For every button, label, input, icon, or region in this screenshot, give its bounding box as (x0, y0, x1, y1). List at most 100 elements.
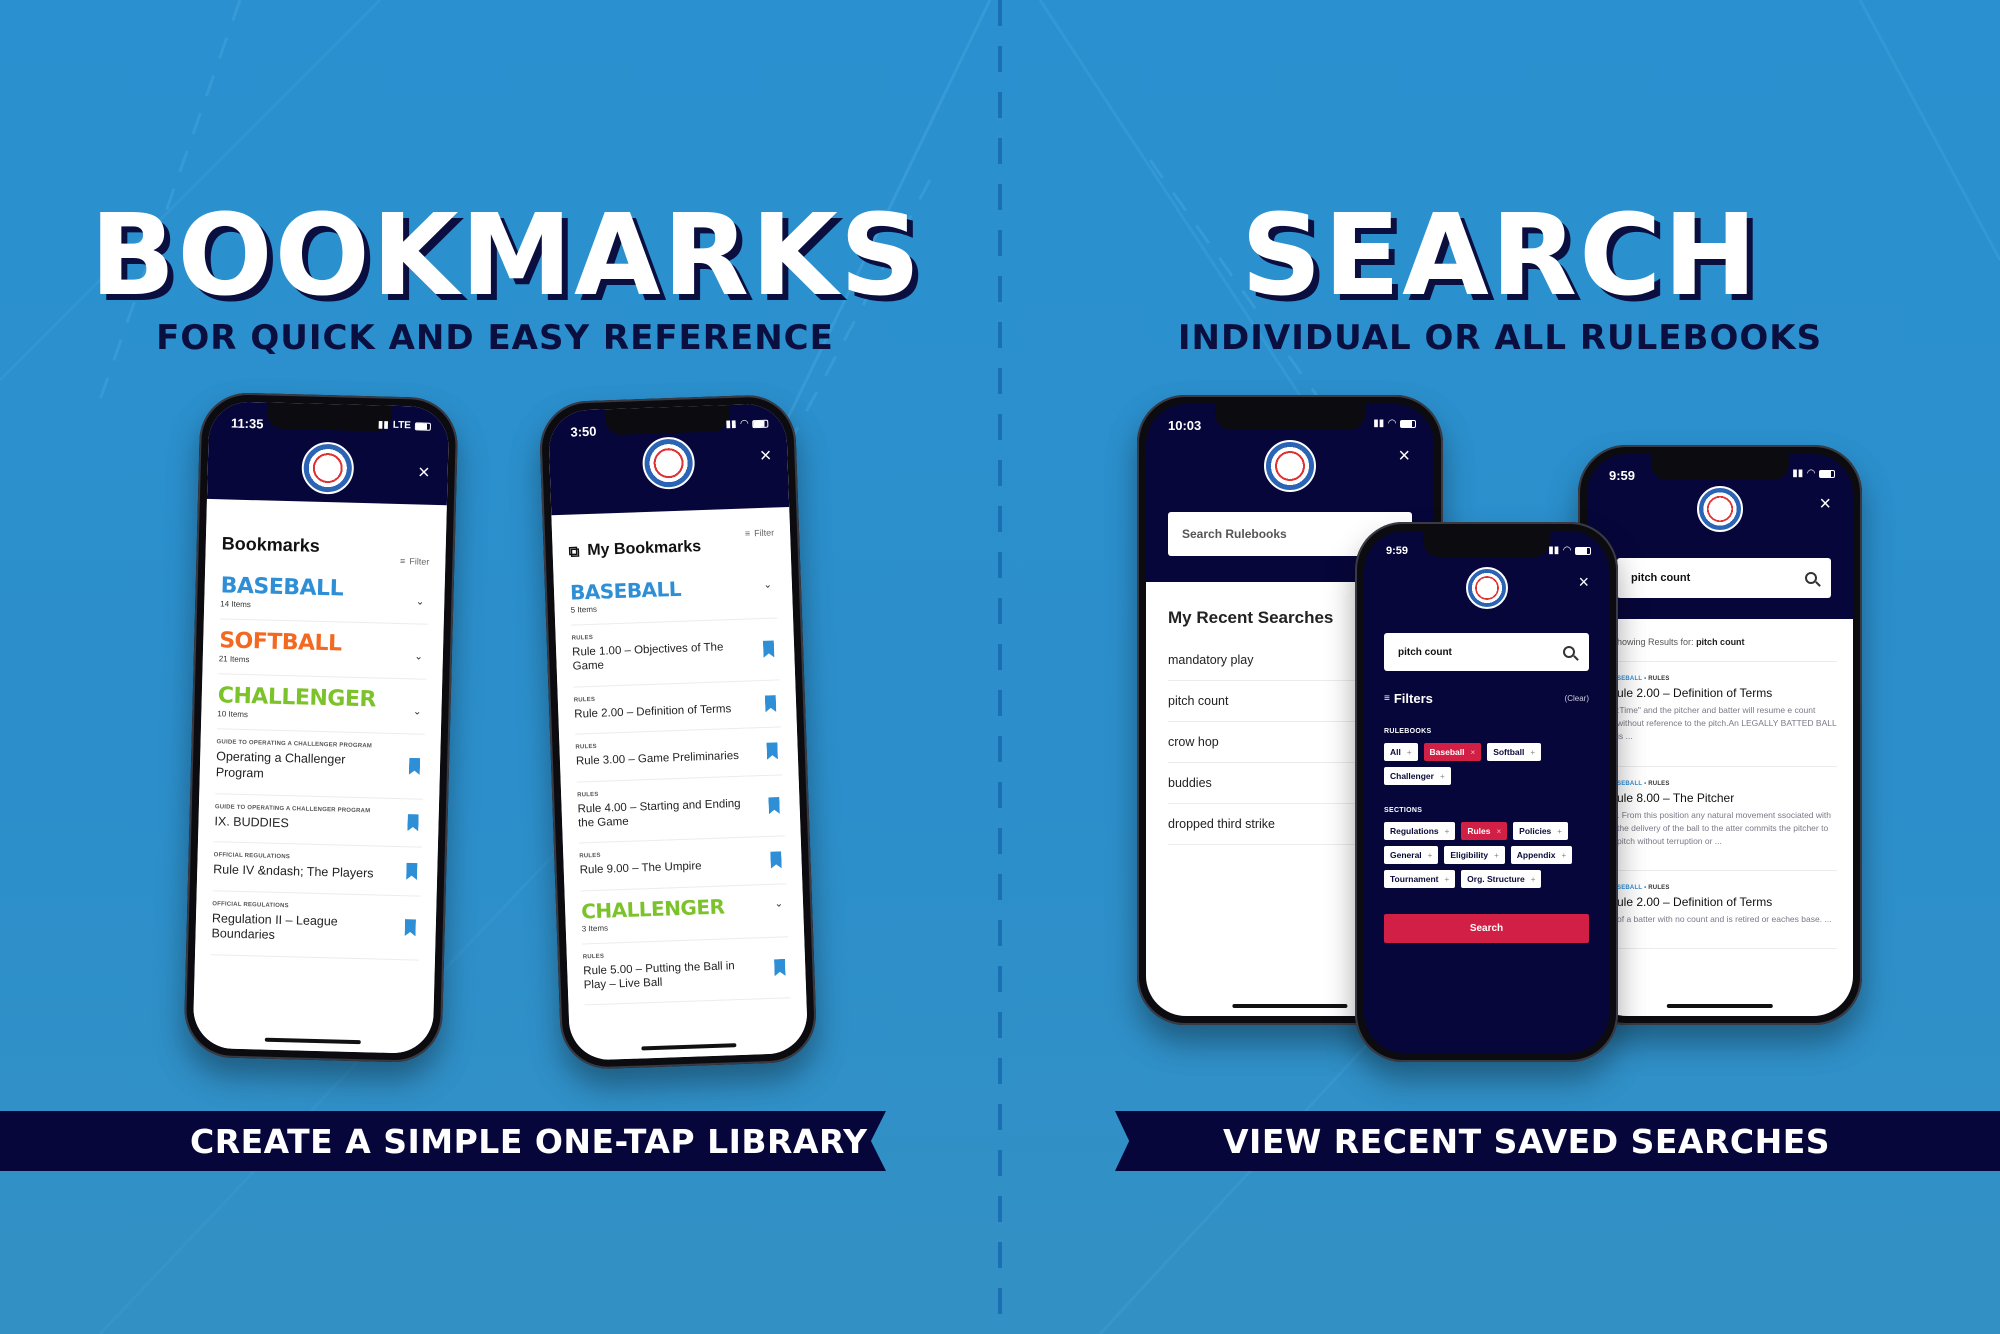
search-icon[interactable] (1805, 572, 1817, 584)
wifi-icon: ◠ (1563, 545, 1571, 556)
search-icon[interactable] (1563, 646, 1575, 658)
result-item[interactable]: SEBALL • RULES ule 2.00 – Definition of … (1617, 871, 1837, 950)
category-softball[interactable]: SOFTBALL 21 Items ⌄ (218, 619, 428, 680)
result-kicker: SEBALL • RULES (1617, 780, 1670, 787)
category-challenger[interactable]: CHALLENGER 10 Items ⌄ (216, 674, 427, 736)
filter-chip[interactable]: Rules × (1461, 822, 1508, 840)
bookmark-item[interactable]: Guide to Operating a Challenger Program … (213, 793, 424, 848)
add-icon: + (1530, 874, 1536, 884)
bookmark-item[interactable]: Official Regulations Rule IV &ndash; The… (212, 842, 422, 897)
bookmarks-icon: ⧉ (568, 542, 580, 561)
search-banner-text: VIEW RECENT SAVED SEARCHES (1223, 1121, 1831, 1161)
category-baseball[interactable]: BASEBALL 5 Items ⌄ (569, 565, 778, 626)
add-icon: + (1557, 826, 1562, 836)
screen: 11:35 ▮▮ LTE × Bookmarks ≡ Filter BASEBA… (192, 400, 450, 1055)
status-icons: ▮▮ ◠ (1792, 468, 1835, 479)
bookmark-icon[interactable] (405, 919, 416, 936)
bookmark-title: Rule IV &ndash; The Players (213, 862, 374, 881)
filter-chip[interactable]: Tournament + (1384, 870, 1456, 888)
bookmark-title: Rule 3.00 – Game Preliminaries (575, 750, 740, 768)
bookmark-icon[interactable] (406, 863, 417, 880)
bookmark-item[interactable]: Official Regulations Regulation II – Lea… (211, 891, 421, 961)
filter-chip[interactable]: General + (1384, 846, 1439, 864)
phone-notch (1422, 531, 1551, 557)
bookmark-icon[interactable] (763, 640, 775, 657)
bookmark-icon[interactable] (409, 758, 420, 775)
close-icon[interactable]: × (1819, 494, 1831, 514)
search-input[interactable]: pitch count (1617, 558, 1831, 598)
screen: 3:50 ▮▮ ◠ × ⧉ My Bookmarks ≡ Filter BASE… (547, 403, 809, 1061)
bookmark-item[interactable]: Rules Rule 1.00 – Objectives of The Game (571, 618, 780, 688)
phone-search-results: 9:59 ▮▮ ◠ × pitch count howing Results f… (1578, 445, 1862, 1025)
filter-chip[interactable]: All + (1384, 743, 1418, 761)
screen: 9:59 ▮▮ ◠ × pitch count howing Results f… (1587, 454, 1853, 1016)
signal-icon: ▮▮ (1792, 468, 1804, 479)
phone-notch (604, 405, 730, 436)
filter-chip[interactable]: Org. Structure + (1461, 870, 1542, 888)
bookmark-title: Rule 4.00 – Starting and Ending the Game (577, 797, 741, 830)
filter-chip-label: Policies (1519, 826, 1552, 836)
little-league-logo-icon (641, 436, 696, 491)
add-icon: + (1427, 850, 1433, 860)
search-input[interactable]: pitch count (1384, 633, 1589, 671)
filter-chip[interactable]: Softball + (1487, 743, 1542, 761)
close-icon[interactable]: × (1398, 446, 1410, 466)
add-icon: + (1439, 771, 1445, 781)
home-indicator (1666, 1004, 1774, 1008)
sections-label: SECTIONS (1384, 807, 1423, 814)
category-challenger[interactable]: CHALLENGER 3 Items ⌄ (580, 883, 789, 945)
filter-button[interactable]: ≡ Filter (400, 556, 430, 567)
results-prefix: howing Results for: (1617, 637, 1694, 647)
bookmark-item[interactable]: Rules Rule 3.00 – Game Preliminaries (575, 727, 783, 783)
bookmarks-title-text: My Bookmarks (587, 538, 702, 560)
filter-label: Filter (753, 527, 775, 539)
result-section: RULES (1648, 780, 1670, 787)
bookmark-item[interactable]: Guide to Operating a Challenger Program … (215, 729, 425, 800)
bookmark-icon[interactable] (774, 959, 786, 976)
bookmark-item[interactable]: Rules Rule 5.00 – Putting the Ball in Pl… (582, 936, 791, 1006)
wifi-icon: ◠ (1388, 418, 1396, 429)
status-icons: ▮▮ LTE (378, 419, 432, 431)
filter-chip[interactable]: Appendix + (1510, 846, 1573, 864)
bookmark-icon[interactable] (766, 742, 778, 759)
battery-icon (1575, 546, 1591, 555)
filter-chip-label: General (1390, 850, 1422, 860)
filter-chip[interactable]: Baseball × (1423, 743, 1482, 761)
result-section: RULES (1648, 885, 1670, 892)
remove-icon: × (1496, 826, 1502, 836)
filter-chip[interactable]: Eligibility + (1444, 846, 1505, 864)
wifi-icon: ◠ (1807, 468, 1815, 479)
result-kicker: SEBALL • RULES (1617, 676, 1670, 682)
bookmark-item[interactable]: Rules Rule 4.00 – Starting and Ending th… (576, 774, 785, 844)
search-button[interactable]: Search (1384, 914, 1589, 943)
close-icon[interactable]: × (1578, 573, 1589, 591)
filter-chip[interactable]: Policies + (1513, 822, 1568, 840)
clear-filters-button[interactable]: (Clear) (1565, 694, 1589, 703)
bookmark-item[interactable]: Rules Rule 2.00 – Definition of Terms (573, 680, 781, 735)
filter-icon: ≡ (744, 528, 751, 539)
bookmark-icon[interactable] (768, 797, 780, 814)
phone-notch (1650, 454, 1790, 480)
filter-chip[interactable]: Challenger + (1384, 767, 1451, 785)
bookmark-icon[interactable] (407, 814, 418, 831)
close-icon[interactable]: × (759, 445, 771, 467)
status-time: 9:59 (1386, 545, 1409, 557)
bookmark-icon[interactable] (765, 695, 777, 712)
chevron-down-icon: ⌄ (774, 898, 784, 910)
result-book: SEBALL (1617, 676, 1643, 682)
bookmark-item[interactable]: Rules Rule 9.00 – The Umpire (578, 836, 787, 892)
result-item[interactable]: SEBALL • RULES ule 8.00 – The Pitcher . … (1617, 767, 1837, 872)
result-item[interactable]: SEBALL • RULES ule 2.00 – Definition of … (1617, 662, 1837, 767)
filter-chip-label: Regulations (1390, 826, 1439, 836)
bookmark-title: Rule 2.00 – Definition of Terms (574, 702, 732, 721)
close-icon[interactable]: × (418, 461, 430, 483)
rulebooks-label: RULEBOOKS (1384, 728, 1432, 735)
category-baseball[interactable]: BASEBALL 14 Items ⌄ (219, 564, 430, 625)
search-query: pitch count (1631, 572, 1691, 584)
status-time: 10:03 (1168, 418, 1202, 433)
signal-icon: ▮▮ (1548, 545, 1560, 556)
bookmark-icon[interactable] (770, 851, 782, 868)
filter-chip[interactable]: Regulations + (1384, 822, 1456, 840)
bookmark-title: Regulation II – League Boundaries (211, 910, 338, 943)
filter-button[interactable]: ≡ Filter (745, 528, 775, 539)
